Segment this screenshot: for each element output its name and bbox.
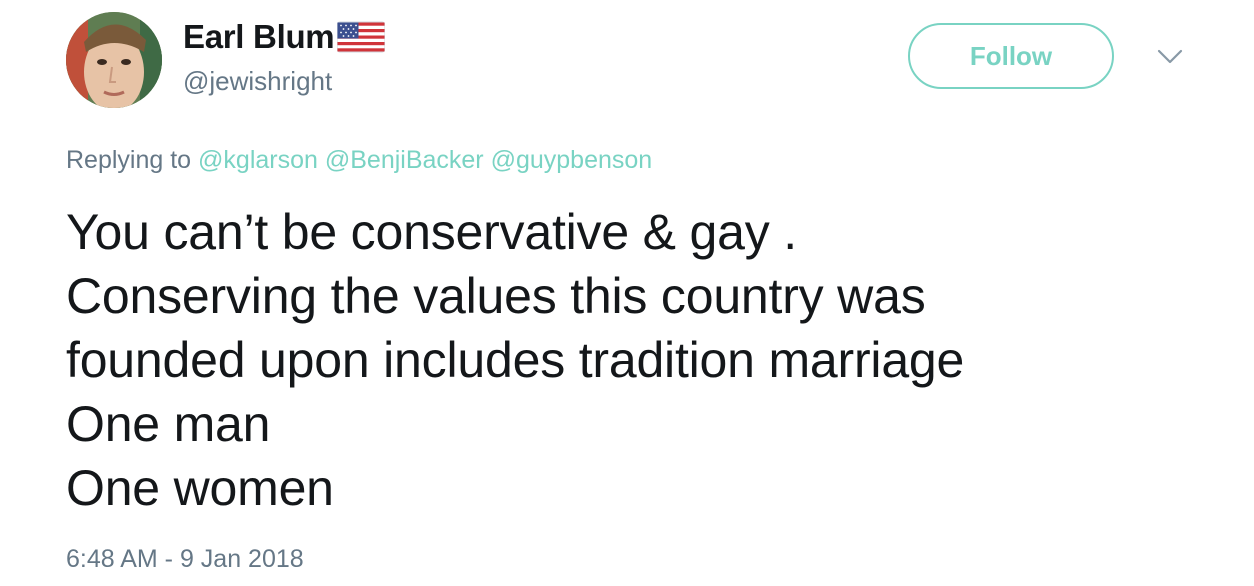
avatar[interactable] [66,12,162,108]
tweet-card: Earl Blum @jewishright Follow Replying t… [0,0,1254,586]
tweet-text: You can’t be conservative & gay . Conser… [66,204,965,516]
replying-to: Replying to @kglarson @BenjiBacker @guyp… [66,146,652,175]
mention-link[interactable]: @kglarson [198,146,318,174]
tweet-timestamp[interactable]: 6:48 AM - 9 Jan 2018 [66,545,304,574]
chevron-down-icon[interactable] [1157,48,1183,66]
mention-link[interactable]: @guypbenson [491,146,653,174]
replying-to-label: Replying to [66,146,192,174]
author-display-name[interactable]: Earl Blum [183,18,335,56]
us-flag-icon [336,20,386,54]
avatar-image [66,12,162,108]
mention-link[interactable]: @BenjiBacker [325,146,484,174]
follow-button[interactable]: Follow [908,23,1114,89]
author-handle[interactable]: @jewishright [183,66,332,97]
author-name[interactable]: Earl Blum [183,18,386,56]
